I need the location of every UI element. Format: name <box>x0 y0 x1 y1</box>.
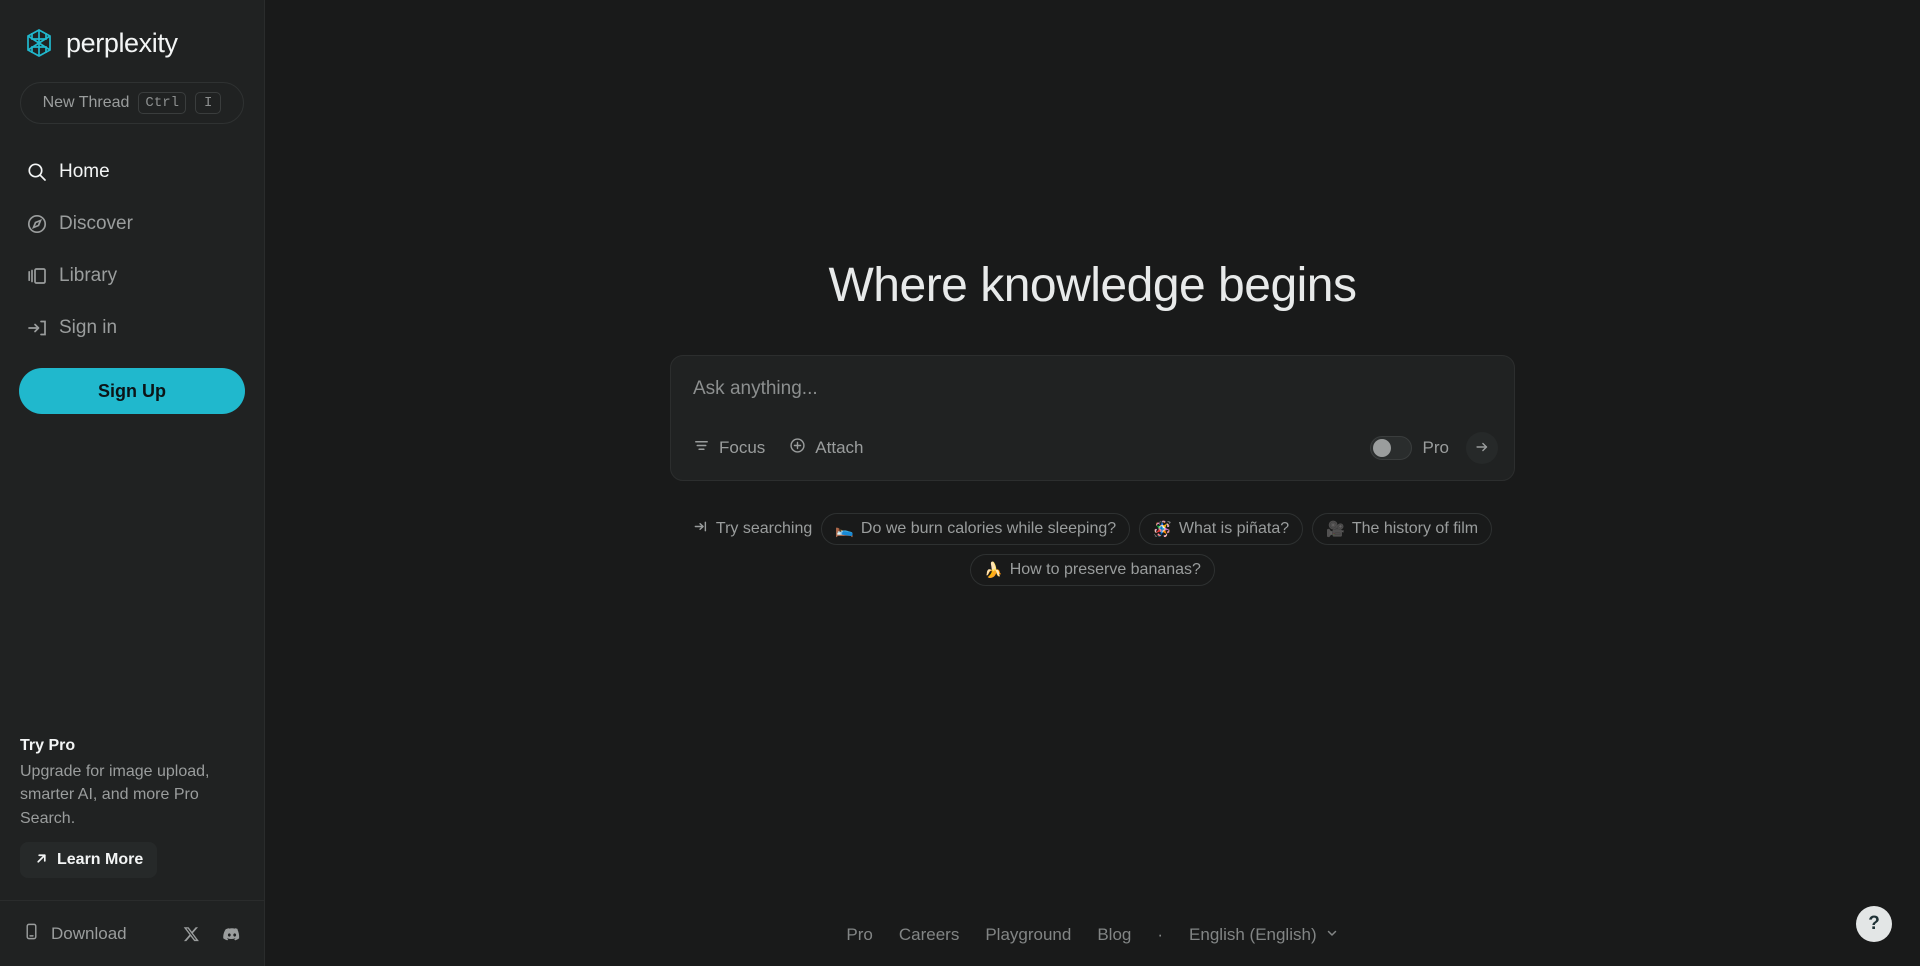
chip-label: The history of film <box>1351 520 1479 537</box>
sidebar-footer: Download <box>0 900 264 966</box>
ask-input-area <box>671 356 1514 418</box>
footer: Pro Careers Playground Blog · English (E… <box>265 904 1920 966</box>
x-twitter-icon[interactable] <box>182 925 200 943</box>
suggestion-chip[interactable]: 🎥 The history of film <box>1312 513 1493 545</box>
footer-link-pro[interactable]: Pro <box>846 925 872 945</box>
ask-toolbar-right: Pro <box>1369 432 1498 464</box>
library-icon <box>26 265 48 287</box>
try-searching-label: Try searching <box>715 520 813 537</box>
sidebar-nav: Home Discover Library Sign in <box>0 146 264 354</box>
try-pro-description: Upgrade for image upload, smarter AI, an… <box>20 762 210 827</box>
language-selector[interactable]: English (English) <box>1189 925 1339 945</box>
sign-up-button[interactable]: Sign Up <box>19 368 245 414</box>
suggestions: Try searching 🛌 Do we burn calories whil… <box>643 513 1543 586</box>
ask-box: Focus Attach Pro <box>670 355 1515 481</box>
attach-label: Attach <box>815 438 864 457</box>
sidebar-item-library[interactable]: Library <box>0 250 264 302</box>
sidebar-item-discover[interactable]: Discover <box>0 198 264 250</box>
chip-emoji: 🛌 <box>835 520 854 538</box>
focus-label: Focus <box>719 438 766 457</box>
help-button[interactable]: ? <box>1856 906 1892 942</box>
sidebar-item-label: Discover <box>59 213 133 234</box>
learn-more-button[interactable]: Learn More <box>20 842 158 878</box>
chip-label: How to preserve bananas? <box>1009 561 1201 578</box>
pro-toggle-knob <box>1372 439 1391 457</box>
chip-emoji: 🍌 <box>984 561 1003 579</box>
footer-link-careers[interactable]: Careers <box>899 925 959 945</box>
sidebar-item-label: Sign in <box>59 317 118 338</box>
discord-icon[interactable] <box>222 924 242 944</box>
try-pro-panel: Try Pro Upgrade for image upload, smarte… <box>0 737 264 878</box>
sidebar-item-label: Home <box>59 161 110 182</box>
footer-link-playground[interactable]: Playground <box>985 925 1071 945</box>
sidebar-item-home[interactable]: Home <box>0 146 264 198</box>
arrow-up-right-icon <box>34 851 49 869</box>
main-content: Where knowledge begins Focus Attach <box>265 0 1920 966</box>
suggestion-chip[interactable]: 🛌 Do we burn calories while sleeping? <box>821 513 1131 545</box>
chevron-down-icon <box>1325 926 1339 945</box>
chip-label: What is piñata? <box>1178 520 1290 537</box>
search-icon <box>26 161 48 183</box>
sidebar-item-label: Library <box>59 265 118 286</box>
attach-button[interactable]: Attach <box>789 437 864 459</box>
download-label: Download <box>51 923 127 943</box>
keycap-letter: I <box>195 91 222 115</box>
learn-more-label: Learn More <box>57 851 144 868</box>
sidebar-item-sign-in[interactable]: Sign in <box>0 302 264 354</box>
chip-label: Do we burn calories while sleeping? <box>860 520 1117 537</box>
sidebar: perplexity New Thread Ctrl I Home Discov… <box>0 0 265 966</box>
focus-button[interactable]: Focus <box>693 437 765 459</box>
new-thread-button[interactable]: New Thread Ctrl I <box>20 82 244 124</box>
suggestion-chip[interactable]: 🍌 How to preserve bananas? <box>970 554 1215 586</box>
ask-toolbar: Focus Attach Pro <box>671 418 1514 480</box>
arrow-right-icon <box>1474 439 1490 458</box>
brand-name: perplexity <box>66 27 178 58</box>
footer-separator: · <box>1157 925 1164 944</box>
pro-label: Pro <box>1422 438 1449 457</box>
try-pro-title: Try Pro <box>20 736 76 754</box>
chip-emoji: 🎥 <box>1326 520 1345 538</box>
mobile-device-icon <box>22 922 41 946</box>
sign-in-icon <box>26 317 48 339</box>
new-thread-label: New Thread <box>42 94 130 111</box>
arrow-into-icon <box>693 519 708 539</box>
app-root: perplexity New Thread Ctrl I Home Discov… <box>0 0 1920 966</box>
chip-emoji: 🪅 <box>1153 520 1172 538</box>
pro-toggle[interactable] <box>1369 436 1412 460</box>
perplexity-logo-icon <box>22 26 56 60</box>
suggestion-chip[interactable]: 🪅 What is piñata? <box>1139 513 1304 545</box>
brand-logo[interactable]: perplexity <box>0 0 264 64</box>
search-input[interactable] <box>693 378 1492 400</box>
plus-circle-icon <box>789 437 806 459</box>
download-link[interactable]: Download <box>22 922 127 946</box>
page-title: Where knowledge begins <box>828 259 1358 312</box>
keycap-modifier: Ctrl <box>138 91 187 115</box>
language-label: English (English) <box>1189 925 1317 944</box>
filter-lines-icon <box>693 437 710 459</box>
footer-link-blog[interactable]: Blog <box>1097 925 1131 945</box>
compass-icon <box>26 213 48 235</box>
submit-button[interactable] <box>1466 432 1498 464</box>
social-links <box>182 924 242 944</box>
try-searching-label-group: Try searching <box>693 519 812 539</box>
